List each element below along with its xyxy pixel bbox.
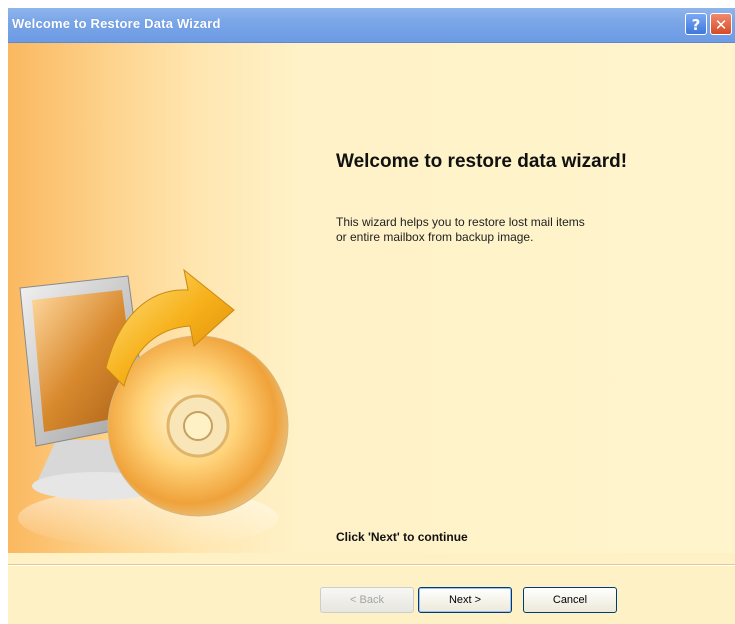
wizard-body: Welcome to restore data wizard! This wiz… xyxy=(8,43,735,553)
title-bar[interactable]: Welcome to Restore Data Wizard ? ✕ xyxy=(8,8,735,43)
help-button[interactable]: ? xyxy=(685,13,707,35)
description-line: This wizard helps you to restore lost ma… xyxy=(336,215,585,229)
wizard-window: Welcome to Restore Data Wizard ? ✕ Welco… xyxy=(8,8,735,624)
wizard-description: This wizard helps you to restore lost ma… xyxy=(336,215,676,245)
help-icon: ? xyxy=(691,16,701,34)
button-bar: < Back Next > Cancel xyxy=(8,564,735,624)
window-title: Welcome to Restore Data Wizard xyxy=(12,16,221,31)
next-button[interactable]: Next > xyxy=(418,587,512,613)
wizard-heading: Welcome to restore data wizard! xyxy=(336,151,628,172)
monitor-cd-restore-icon xyxy=(18,268,289,548)
back-button[interactable]: < Back xyxy=(320,587,414,613)
close-button[interactable]: ✕ xyxy=(710,13,732,35)
close-icon: ✕ xyxy=(714,16,728,34)
continue-hint: Click 'Next' to continue xyxy=(336,530,468,544)
cancel-button[interactable]: Cancel xyxy=(523,587,617,613)
description-line: or entire mailbox from backup image. xyxy=(336,230,534,244)
